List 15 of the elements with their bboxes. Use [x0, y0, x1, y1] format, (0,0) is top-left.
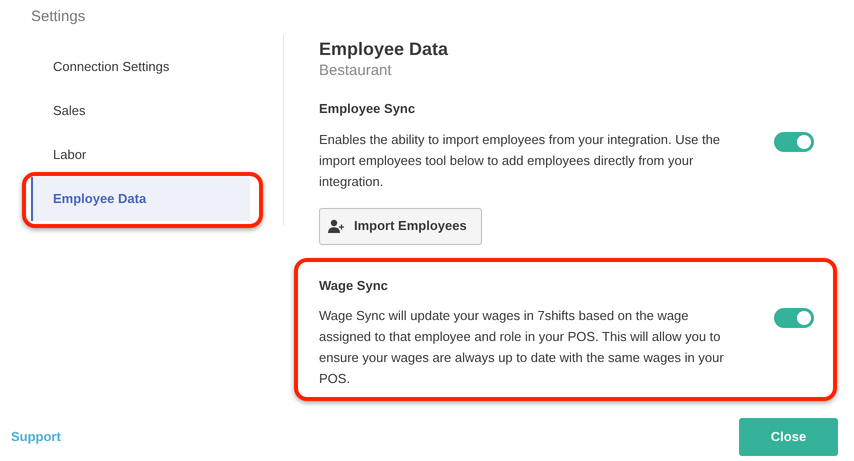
toggle-switch[interactable] [774, 132, 814, 152]
add-user-icon [328, 219, 346, 233]
page-title: Employee Data [319, 38, 450, 61]
sidebar-item[interactable]: Sales [31, 89, 250, 133]
sidebar-item[interactable]: Connection Settings [31, 45, 250, 89]
section-description: Wage Sync will update your wages in 7shifts based on the wage assigned to that employee and role in your POS. This will allow you to ensure your wages are always up to date with the same wages in your POS. [319, 307, 725, 388]
section-title: Employee Sync [319, 100, 416, 118]
page-subtitle: Bestaurant [319, 61, 393, 81]
toggle-switch[interactable] [774, 308, 814, 328]
section-description: Enables the ability to import employees from your integration. Use the import employees tool below to add employees directly from your integration. [319, 130, 722, 191]
sidebar-item[interactable]: Employee Data [31, 177, 250, 221]
section-title: Wage Sync [319, 276, 389, 295]
sidebar-item[interactable]: Labor [31, 133, 250, 177]
settings-title: Settings [30, 7, 86, 27]
import-employees-button[interactable]: Import Employees [319, 208, 482, 244]
